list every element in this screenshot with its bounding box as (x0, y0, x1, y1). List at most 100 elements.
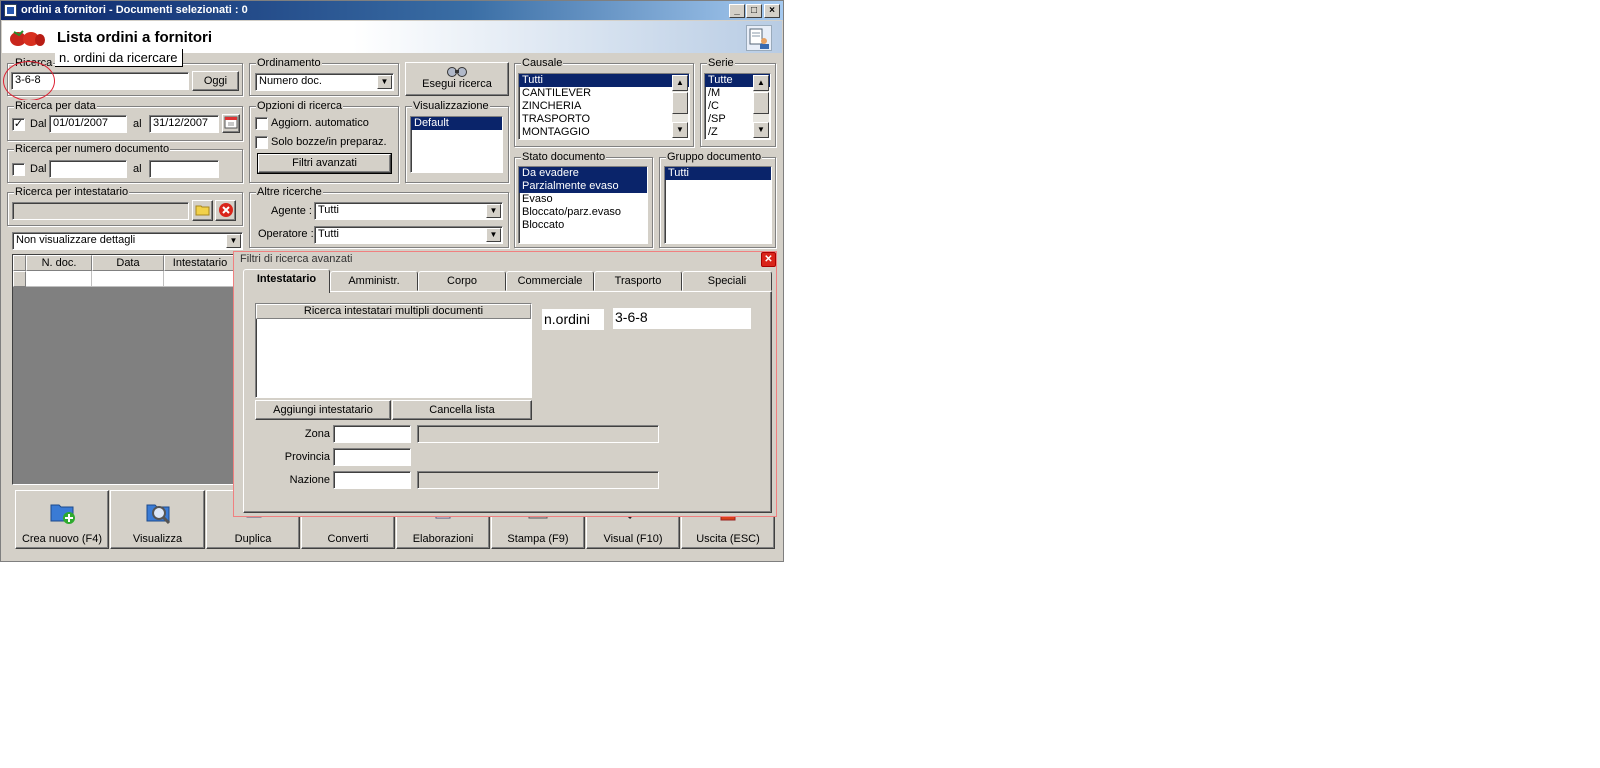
chevron-down-icon[interactable]: ▼ (226, 234, 241, 248)
list-item[interactable]: Tutti (665, 167, 771, 180)
list-item[interactable]: Da evadere (519, 167, 647, 180)
al-date-input[interactable]: 31/12/2007 (149, 115, 219, 133)
chevron-down-icon[interactable]: ▼ (486, 228, 501, 242)
esegui-ricerca-button[interactable]: Esegui ricerca (405, 62, 509, 96)
ordinamento-select[interactable]: Numero doc. ▼ (255, 73, 394, 91)
list-item[interactable]: Bloccato (519, 219, 647, 232)
close-icon[interactable]: ✕ (761, 252, 776, 267)
tab-speciali[interactable]: Speciali (682, 271, 772, 291)
view-folder-icon (146, 504, 170, 525)
dettagli-select[interactable]: Non visualizzare dettagli ▼ (12, 232, 243, 250)
list-item[interactable]: TRASPORTO (519, 113, 689, 126)
aggiorn-checkbox[interactable] (255, 117, 268, 130)
chevron-down-icon[interactable]: ▼ (377, 75, 392, 89)
opzioni-legend: Opzioni di ricerca (256, 100, 343, 112)
grid-row-selector[interactable] (13, 271, 26, 287)
grid-header-data[interactable]: Data (92, 255, 164, 271)
list-item[interactable]: Evaso (519, 193, 647, 206)
list-item[interactable]: Parzialmente evaso (519, 180, 647, 193)
serie-legend: Serie (707, 57, 735, 69)
scroll-up-icon[interactable]: ▲ (753, 75, 769, 91)
gruppo-documento-list[interactable]: Tutti (664, 166, 772, 244)
visualizzazione-legend: Visualizzazione (412, 100, 490, 112)
serie-list[interactable]: Tutte /M /C /SP /Z ▲ ▼ (704, 73, 771, 140)
causale-scrollbar[interactable]: ▲ ▼ (672, 75, 688, 138)
filtri-avanzati-button[interactable]: Filtri avanzati (257, 153, 392, 174)
clear-icon[interactable] (215, 200, 236, 221)
dal-date-checkbox[interactable]: ✓ (12, 118, 25, 131)
list-item[interactable]: CANTILEVER (519, 87, 689, 100)
stato-documento-legend: Stato documento (521, 151, 607, 163)
nazione-input[interactable] (333, 471, 411, 489)
visualizza-button[interactable]: Visualizza (110, 490, 205, 549)
scroll-thumb[interactable] (672, 92, 688, 114)
provincia-input[interactable] (333, 448, 411, 466)
agente-value: Tutti (318, 204, 339, 216)
zona-label: Zona (304, 428, 330, 440)
table-cell[interactable] (26, 271, 92, 287)
visualizzazione-list[interactable]: Default (410, 116, 503, 173)
list-item[interactable]: MONTAGGIO (519, 126, 689, 139)
list-item[interactable]: ZINCHERIA (519, 100, 689, 113)
cancella-lista-button[interactable]: Cancella lista (392, 400, 532, 420)
scroll-up-icon[interactable]: ▲ (672, 75, 688, 91)
norders-label: n.ordini (542, 309, 604, 330)
ordinamento-value: Numero doc. (259, 75, 322, 87)
causale-legend: Causale (521, 57, 564, 69)
dal-numero-input[interactable] (49, 160, 127, 178)
operatore-select[interactable]: Tutti ▼ (314, 226, 503, 244)
documents-grid[interactable]: N. doc. Data Intestatario (12, 254, 236, 485)
ricerca-intestatario-legend: Ricerca per intestatario (14, 186, 130, 198)
ricerca-numero-legend: Ricerca per numero documento (14, 143, 171, 155)
agente-select[interactable]: Tutti ▼ (314, 202, 503, 220)
altre-ricerche-legend: Altre ricerche (256, 186, 323, 198)
chevron-down-icon[interactable]: ▼ (486, 204, 501, 218)
strawberry-logo-icon (10, 30, 45, 46)
bozze-checkbox[interactable] (255, 136, 268, 149)
aggiungi-intestatario-button[interactable]: Aggiungi intestatario (255, 400, 391, 420)
serie-scrollbar[interactable]: ▲ ▼ (753, 75, 769, 138)
zona-input[interactable] (333, 425, 411, 443)
tab-corpo[interactable]: Corpo (418, 271, 506, 291)
oggi-button[interactable]: Oggi (192, 71, 239, 91)
tab-trasporto[interactable]: Trasporto (594, 271, 682, 291)
uscita-label: Uscita (ESC) (696, 533, 760, 545)
tab-amministr[interactable]: Amministr. (330, 271, 418, 291)
tab-commerciale[interactable]: Commerciale (506, 271, 594, 291)
list-item[interactable]: Default (411, 117, 502, 130)
scroll-down-icon[interactable]: ▼ (672, 122, 688, 138)
bozze-label: Solo bozze/in preparaz. (271, 136, 387, 148)
scroll-thumb[interactable] (753, 92, 769, 114)
operatore-label: Operatore : (258, 228, 314, 240)
users-icon[interactable] (746, 25, 772, 51)
al-numero-input[interactable] (149, 160, 219, 178)
crea-nuovo-label: Crea nuovo (F4) (21, 533, 103, 545)
folder-icon[interactable] (192, 200, 213, 221)
table-cell[interactable] (164, 271, 236, 287)
grid-header-ndoc[interactable]: N. doc. (26, 255, 92, 271)
dal-date-input[interactable]: 01/01/2007 (49, 115, 127, 133)
maximize-button[interactable]: □ (746, 4, 762, 18)
list-item[interactable]: Tutti (519, 74, 689, 87)
filtri-panel-title: Filtri di ricerca avanzati (240, 253, 353, 265)
app-icon (4, 4, 17, 17)
causale-list[interactable]: Tutti CANTILEVER ZINCHERIA TRASPORTO MON… (518, 73, 690, 140)
dal-numero-checkbox[interactable] (12, 163, 25, 176)
grid-header-intestatario[interactable]: Intestatario (164, 255, 236, 271)
table-cell[interactable] (92, 271, 164, 287)
close-button[interactable]: × (764, 4, 780, 18)
intestatario-input (12, 202, 189, 220)
list-item[interactable]: Bloccato/parz.evaso (519, 206, 647, 219)
scroll-down-icon[interactable]: ▼ (753, 122, 769, 138)
zona-description (417, 425, 659, 443)
visualizza-label: Visualizza (132, 533, 183, 545)
crea-nuovo-button[interactable]: Crea nuovo (F4) (15, 490, 109, 549)
tab-intestatario[interactable]: Intestatario (243, 269, 330, 293)
stato-documento-list[interactable]: Da evadere Parzialmente evaso Evaso Bloc… (518, 166, 648, 244)
window-title: ordini a fornitori - Documenti seleziona… (21, 4, 248, 16)
minimize-button[interactable]: _ (729, 4, 745, 18)
intestatari-multipli-list[interactable]: Ricerca intestatari multipli documenti (255, 303, 532, 398)
new-folder-icon (50, 504, 75, 524)
calendar-icon[interactable] (222, 114, 240, 133)
title-bar: ordini a fornitori - Documenti seleziona… (1, 1, 783, 20)
